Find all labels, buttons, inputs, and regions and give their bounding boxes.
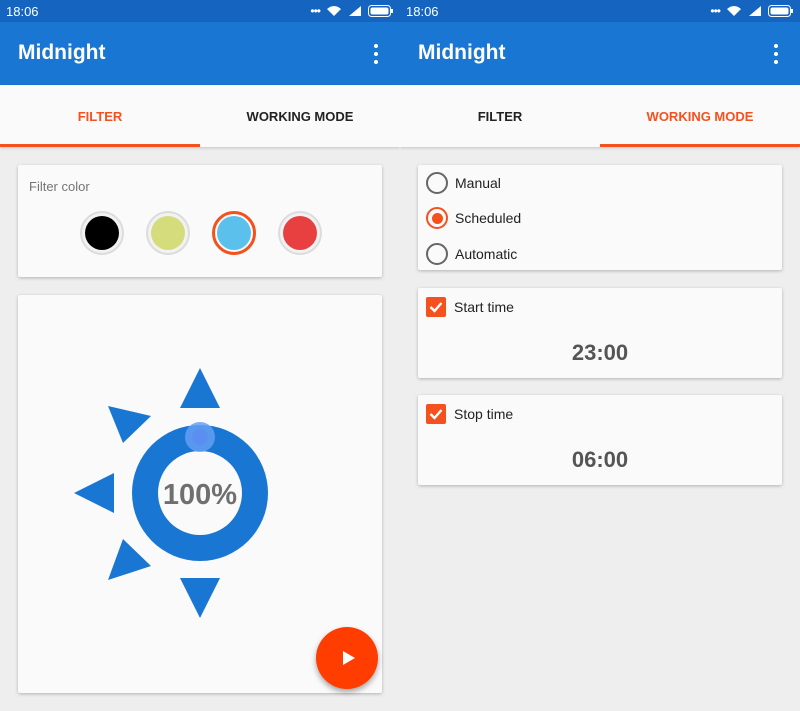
start-time-checkbox[interactable]	[426, 297, 446, 317]
more-dots-icon: •••	[310, 4, 321, 18]
filter-screen: 18:06 ••• Midnight FILTER WORKING MODE F…	[0, 0, 400, 711]
check-icon	[429, 409, 443, 420]
radio-button[interactable]	[426, 207, 448, 229]
start-time-card: Start time 23:00	[418, 288, 782, 378]
swatch-dot	[85, 216, 119, 250]
radio-button[interactable]	[426, 172, 448, 194]
radio-label: Scheduled	[455, 210, 522, 226]
signal-icon	[349, 6, 361, 16]
radio-automatic[interactable]: Automatic	[426, 241, 517, 267]
swatch-dot	[217, 216, 251, 250]
tab-filter[interactable]: FILTER	[0, 85, 200, 147]
swatch-dot	[151, 216, 185, 250]
wifi-icon	[327, 6, 341, 16]
stop-time-label: Stop time	[454, 406, 514, 422]
swatch-blue[interactable]	[212, 211, 256, 255]
stop-time-value[interactable]: 06:00	[418, 447, 782, 473]
working-mode-card: Manual Scheduled Automatic	[418, 165, 782, 270]
swatch-black[interactable]	[80, 211, 124, 255]
overflow-menu-icon[interactable]	[766, 42, 786, 66]
radio-manual[interactable]: Manual	[426, 170, 501, 196]
start-time-value[interactable]: 23:00	[418, 340, 782, 366]
start-time-checkbox-row[interactable]: Start time	[426, 296, 514, 318]
app-bar: Midnight	[0, 22, 400, 85]
stop-time-card: Stop time 06:00	[418, 395, 782, 485]
tab-working-mode[interactable]: WORKING MODE	[200, 85, 400, 147]
app-bar: Midnight	[400, 22, 800, 85]
filter-color-card: Filter color	[18, 165, 382, 277]
app-title: Midnight	[18, 41, 106, 64]
stop-time-checkbox[interactable]	[426, 404, 446, 424]
intensity-value: 100%	[163, 479, 237, 511]
working-mode-screen: 18:06 ••• Midnight FILTER WORKING MODE M…	[400, 0, 800, 711]
radio-label: Manual	[455, 175, 501, 191]
radio-button[interactable]	[426, 243, 448, 265]
tab-bar: FILTER WORKING MODE	[400, 85, 800, 147]
status-time: 18:06	[6, 4, 39, 19]
stop-time-checkbox-row[interactable]: Stop time	[426, 403, 513, 425]
overflow-menu-icon[interactable]	[366, 42, 386, 66]
tab-bar: FILTER WORKING MODE	[0, 85, 400, 147]
signal-icon	[749, 6, 761, 16]
wifi-icon	[727, 6, 741, 16]
intensity-handle-core	[192, 429, 208, 445]
check-icon	[429, 302, 443, 313]
app-title: Midnight	[418, 41, 506, 64]
status-time: 18:06	[406, 4, 439, 19]
play-button[interactable]	[316, 627, 378, 689]
status-bar: 18:06 •••	[400, 0, 800, 22]
status-bar: 18:06 •••	[0, 0, 400, 22]
filter-color-label: Filter color	[29, 179, 90, 194]
more-dots-icon: •••	[710, 4, 721, 18]
swatch-yellow[interactable]	[146, 211, 190, 255]
swatch-dot	[283, 216, 317, 250]
swatch-red[interactable]	[278, 211, 322, 255]
tab-working-mode[interactable]: WORKING MODE	[600, 85, 800, 147]
color-swatches	[80, 211, 322, 255]
play-icon	[342, 651, 355, 665]
battery-icon	[368, 5, 393, 17]
battery-icon	[768, 5, 793, 17]
tab-filter[interactable]: FILTER	[400, 85, 600, 147]
radio-scheduled[interactable]: Scheduled	[426, 205, 521, 231]
radio-label: Automatic	[455, 246, 518, 262]
start-time-label: Start time	[454, 299, 514, 315]
